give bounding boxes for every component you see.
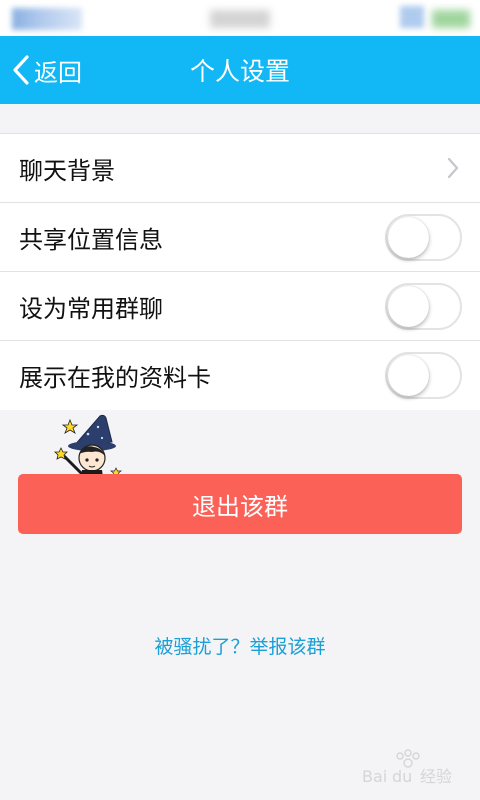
share-location-toggle[interactable] <box>385 213 462 261</box>
show-on-profile-toggle[interactable] <box>385 352 462 399</box>
frequent-group-label: 设为常用群聊 <box>19 294 163 323</box>
chat-background-label: 聊天背景 <box>19 156 115 185</box>
header-bar: 返回 个人设置 <box>0 36 480 104</box>
status-center-blur <box>210 10 270 28</box>
toggle-knob <box>388 285 429 327</box>
report-group-link[interactable]: 被骚扰了？举报该群 <box>0 632 480 659</box>
toggle-knob <box>388 216 429 258</box>
frequent-group-toggle[interactable] <box>385 282 462 330</box>
svg-text:Bai: Bai <box>362 767 387 786</box>
status-bar <box>0 0 480 36</box>
settings-list: 聊天背景 共享位置信息 设为常用群聊 展示在我的资料卡 <box>0 133 480 410</box>
svg-text:du: du <box>392 767 412 786</box>
frequent-group-row: 设为常用群聊 <box>0 272 480 341</box>
chat-background-row[interactable]: 聊天背景 <box>0 134 480 203</box>
toggle-knob <box>388 355 429 396</box>
baidu-jingyan-watermark: Bai du 经验 <box>362 749 452 786</box>
page-title: 个人设置 <box>189 57 290 86</box>
show-on-profile-row: 展示在我的资料卡 <box>0 341 480 410</box>
exit-group-button[interactable]: 退出该群 <box>18 474 462 534</box>
svg-text:经验: 经验 <box>420 767 452 786</box>
battery-icon <box>432 10 470 28</box>
share-location-row: 共享位置信息 <box>0 203 480 272</box>
chevron-right-icon <box>447 157 459 179</box>
wifi-icon <box>400 6 424 28</box>
share-location-label: 共享位置信息 <box>19 225 163 254</box>
show-on-profile-label: 展示在我的资料卡 <box>19 364 211 392</box>
signal-icon <box>12 8 82 30</box>
